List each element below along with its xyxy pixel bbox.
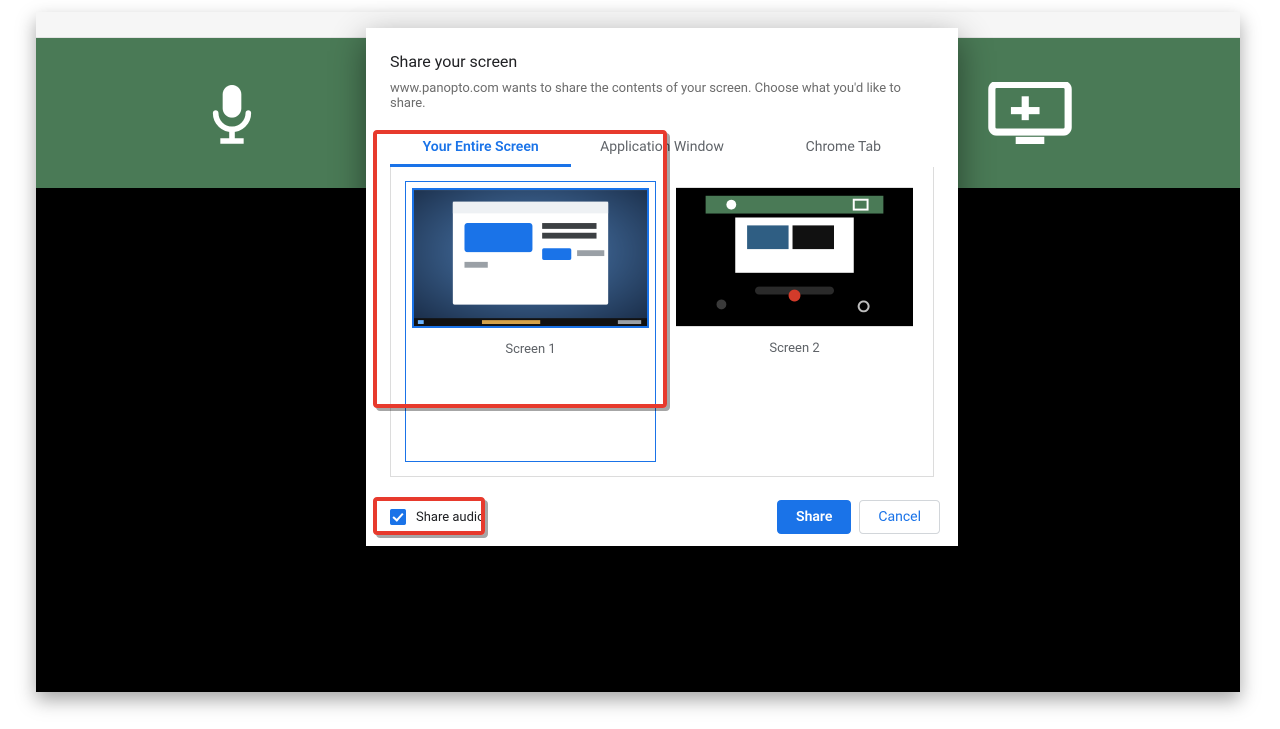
screen-1-thumb [412,188,649,328]
dialog-title: Share your screen [390,52,934,71]
share-audio-label: Share audio [416,510,485,525]
cancel-button[interactable]: Cancel [859,500,940,534]
screen-1-label: Screen 1 [412,342,649,357]
microphone-icon[interactable] [204,80,260,146]
screen-2-thumb [676,187,913,327]
tab-entire-screen[interactable]: Your Entire Screen [390,129,571,167]
screen-option-1[interactable]: Screen 1 [405,181,656,462]
app-window: Share your screen www.panopto.com wants … [36,12,1240,692]
share-screen-dialog: Share your screen www.panopto.com wants … [366,28,958,546]
tab-chrome-tab[interactable]: Chrome Tab [753,129,934,167]
screens-grid: Screen 1 [390,167,934,477]
screen-2-label: Screen 2 [676,341,913,356]
dialog-subtitle: www.panopto.com wants to share the conte… [390,81,934,111]
share-audio-checkbox[interactable] [390,509,406,525]
screen-option-2[interactable]: Screen 2 [670,181,919,462]
add-screen-icon[interactable] [988,82,1072,144]
share-tabs: Your Entire Screen Application Window Ch… [390,129,934,167]
tab-application-window[interactable]: Application Window [571,129,752,167]
share-button[interactable]: Share [777,500,851,534]
share-audio-option[interactable]: Share audio [384,505,491,529]
